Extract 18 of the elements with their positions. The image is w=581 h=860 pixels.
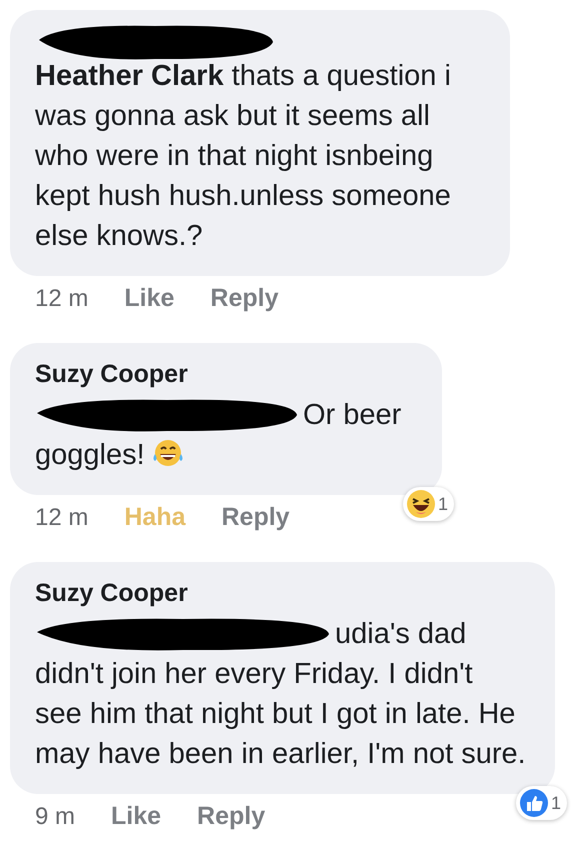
reply-link[interactable]: Reply xyxy=(210,284,278,313)
reaction-link[interactable]: Like xyxy=(111,802,162,831)
thumbs-up-icon xyxy=(518,788,549,818)
comment-time: 12 m xyxy=(35,504,88,532)
reaction-count: 1 xyxy=(550,792,561,814)
reaction-badge[interactable]: 1 xyxy=(516,786,567,820)
reaction-badge[interactable]: 1 xyxy=(402,487,454,521)
reaction-count: 1 xyxy=(438,494,448,514)
comment-author[interactable]: Suzy Cooper xyxy=(35,359,414,389)
comment-author[interactable]: Suzy Cooper xyxy=(35,578,527,608)
laughing-face-icon xyxy=(406,489,436,519)
comment-time: 12 m xyxy=(35,285,88,313)
reaction-link[interactable]: Like xyxy=(124,284,174,313)
comment-time: 9 m xyxy=(35,803,76,831)
comment-text: Heather Clark thats a question i was gonna ask but it seems all who were in that night isnbeing kept hush hush.unless someone else knows.? xyxy=(35,59,452,254)
laughing-tears-emoji-icon xyxy=(150,438,185,468)
reply-link[interactable]: Reply xyxy=(197,802,266,831)
reply-link[interactable]: Reply xyxy=(222,503,290,532)
